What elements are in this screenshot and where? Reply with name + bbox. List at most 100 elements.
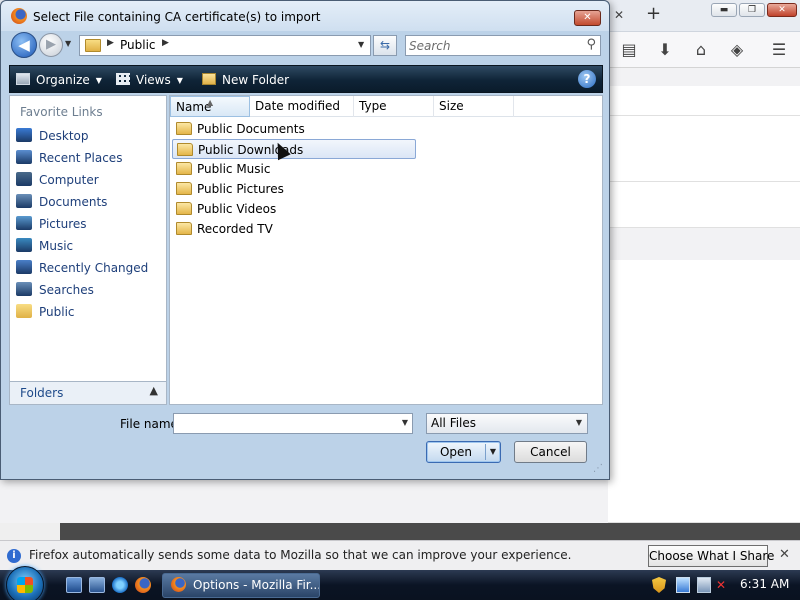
public-folder-icon [16,304,32,318]
chevron-down-icon[interactable]: ▼ [402,418,408,427]
dialog-title: Select File containing CA certificate(s)… [33,10,321,24]
windows-logo-icon [17,577,33,593]
file-list-item[interactable]: Public Downloads [172,139,416,159]
chevron-down-icon: ▼ [95,76,102,85]
address-dropdown-icon[interactable]: ▼ [358,40,364,49]
clock[interactable]: 6:31 AM [740,577,789,591]
network-status-icon[interactable] [697,577,711,593]
file-name-combobox[interactable]: ▼ [173,413,413,434]
new-tab-button[interactable]: + [646,3,661,24]
minimize-button[interactable]: ▬ [711,3,737,17]
folders-toggle[interactable]: Folders ▲ [9,381,167,405]
reader-list-icon[interactable]: ▤ [618,40,640,60]
organize-icon [16,73,30,85]
file-list-item[interactable]: Public Music [172,159,416,179]
volume-muted-icon[interactable]: ✕ [716,577,730,593]
views-button[interactable]: Views ▼ [116,71,183,89]
favorite-link[interactable]: Recent Places [16,148,162,168]
window-close-button[interactable]: ✕ [767,3,797,17]
documents-icon [16,194,32,208]
info-icon: i [7,549,21,563]
file-list-item[interactable]: Public Pictures [172,179,416,199]
searches-icon [16,282,32,296]
notification-close-icon[interactable]: ✕ [779,547,790,562]
show-desktop-icon[interactable] [66,577,82,593]
column-header-name[interactable]: Name ▲ [170,96,250,117]
column-header-type[interactable]: Type [354,96,434,117]
favorite-link[interactable]: Recently Changed [16,258,162,278]
address-breadcrumb[interactable]: Public [120,38,156,52]
recent-places-icon [16,150,32,164]
favorite-link-label: Pictures [39,217,87,231]
favorite-link-label: Computer [39,173,99,187]
breadcrumb-arrow-icon[interactable]: ▶ [107,38,114,48]
internet-explorer-icon[interactable] [112,577,128,593]
help-icon[interactable]: ? [578,70,596,88]
open-options-dropdown-icon[interactable]: ▼ [485,444,500,460]
dialog-close-button[interactable]: ✕ [574,10,601,26]
chevron-down-icon: ▼ [176,76,183,85]
organize-button[interactable]: Organize ▼ [16,71,102,89]
tab-close-icon[interactable]: ✕ [614,8,624,22]
taskbar-window-button[interactable]: Options - Mozilla Fir... [162,573,320,598]
file-list-item[interactable]: Public Documents [172,119,416,139]
address-bar[interactable]: ▶ Public ▶ ▼ [79,35,371,56]
new-folder-button[interactable]: New Folder [202,71,289,89]
pocket-icon[interactable]: ◈ [726,40,748,60]
music-icon [16,238,32,252]
dialog-title-bar[interactable]: Select File containing CA certificate(s)… [1,1,609,31]
home-icon[interactable]: ⌂ [690,40,712,60]
favorite-link[interactable]: Documents [16,192,162,212]
menu-icon[interactable]: ☰ [768,40,790,60]
file-name-input[interactable] [177,416,387,431]
favorite-link[interactable]: Pictures [16,214,162,234]
desktop-icon [16,128,32,142]
file-name: Public Music [197,162,271,176]
forward-button[interactable]: ▶ [39,33,63,57]
favorite-link[interactable]: Searches [16,280,162,300]
open-button[interactable]: Open ▼ [426,441,501,463]
resize-grip-icon[interactable]: ⋰ [593,463,603,474]
file-name: Public Documents [197,122,305,136]
breadcrumb-arrow-icon[interactable]: ▶ [162,38,169,48]
file-list[interactable]: Name ▲ Date modified Type Size Public Doc… [169,95,603,405]
file-type-select[interactable]: All Files ▼ [426,413,588,434]
network-icon[interactable] [676,577,690,593]
favorite-link[interactable]: Public [16,302,162,322]
search-box[interactable]: ⚲ [405,35,601,56]
back-button[interactable]: ◀ [11,32,37,58]
views-label: Views [136,73,171,87]
favorite-link[interactable]: Music [16,236,162,256]
favorite-link-label: Searches [39,283,94,297]
favorite-link[interactable]: Desktop [16,126,162,146]
security-shield-icon[interactable] [652,577,666,593]
file-list-item[interactable]: Public Videos [172,199,416,219]
search-icon[interactable]: ⚲ [586,37,596,52]
file-type-value: All Files [431,416,477,430]
favorite-link-label: Music [39,239,74,253]
search-input[interactable] [409,38,579,53]
recent-pages-dropdown-icon[interactable]: ▼ [65,39,71,48]
column-headers: Name ▲ Date modified Type Size [170,96,602,117]
choose-what-i-share-button[interactable]: Choose What I Share [648,545,774,567]
refresh-button[interactable]: ⇆ [373,35,397,56]
favorite-link[interactable]: Computer [16,170,162,190]
start-button[interactable] [6,566,44,600]
column-header-date-modified[interactable]: Date modified [250,96,354,117]
favorite-link-label: Desktop [39,129,89,143]
favorite-link-label: Recent Places [39,151,123,165]
recently-changed-icon [16,260,32,274]
switch-windows-icon[interactable] [89,577,105,593]
file-list-item[interactable]: Recorded TV [172,219,416,239]
folder-icon [85,39,101,52]
content-panel [608,116,800,182]
file-name: Recorded TV [197,222,273,236]
bottom-strip-light [0,523,60,540]
column-header-size[interactable]: Size [434,96,514,117]
download-icon[interactable]: ⬇ [654,40,676,60]
firefox-quicklaunch-icon[interactable] [135,577,151,593]
folder-icon [176,202,192,215]
restore-button[interactable]: ❐ [739,3,765,17]
folder-icon [176,122,192,135]
cancel-button[interactable]: Cancel [514,441,587,463]
